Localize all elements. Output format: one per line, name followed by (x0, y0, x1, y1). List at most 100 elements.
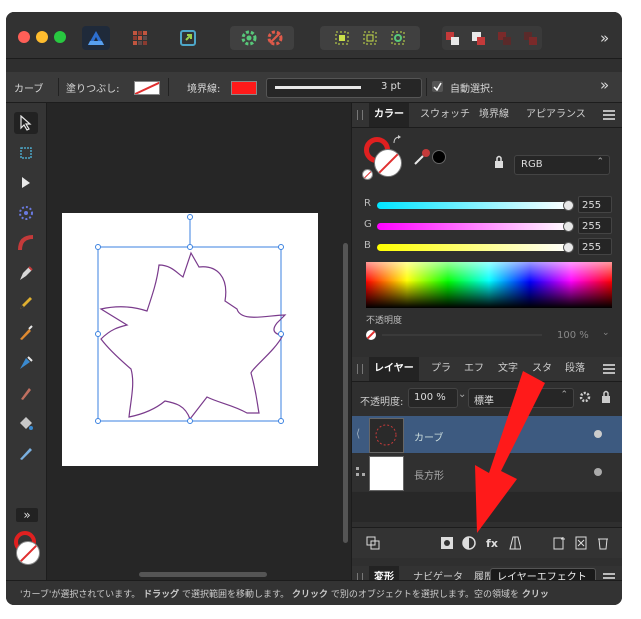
resize-handle-s[interactable] (187, 418, 193, 424)
swap-colors-icon[interactable] (392, 135, 404, 147)
horizontal-scrollbar[interactable] (139, 572, 267, 577)
color-well-small[interactable] (12, 531, 40, 567)
divider (426, 78, 427, 96)
green-slider-knob[interactable] (563, 221, 574, 232)
designer-persona-icon (88, 31, 104, 45)
color-picker-icon[interactable] (412, 147, 432, 167)
opacity-slider[interactable] (382, 334, 542, 336)
stroke-width-field[interactable]: 3 pt (266, 78, 422, 98)
layer-opacity-field[interactable]: 100 % (408, 388, 458, 408)
layer-expand-icon[interactable]: ⟨ (356, 427, 360, 440)
flower-curve[interactable] (99, 251, 287, 421)
stroke-swatch[interactable] (231, 81, 257, 95)
opacity-value[interactable]: 100 % (557, 330, 589, 341)
layer-visibility-dot[interactable] (594, 430, 602, 438)
green-slider[interactable] (377, 223, 569, 230)
pixel-persona-button[interactable] (126, 26, 154, 50)
fill-color-well[interactable] (374, 149, 402, 177)
fill-swatch[interactable] (134, 81, 160, 95)
titlebar-more-button[interactable]: » (600, 29, 609, 47)
color-panel-menu-icon[interactable] (603, 110, 615, 120)
resize-handle-n[interactable] (187, 244, 193, 250)
move-back-one-icon[interactable] (469, 29, 489, 47)
resize-handle-se[interactable] (278, 418, 284, 424)
move-tool[interactable] (14, 112, 38, 134)
insert-behind-icon[interactable] (331, 29, 353, 47)
resize-handle-ne[interactable] (278, 244, 284, 250)
gradient-tool[interactable] (14, 442, 38, 464)
flower-thumbnail-icon (375, 424, 397, 446)
pen-tool[interactable] (14, 262, 38, 284)
tab-layers[interactable]: レイヤー (369, 357, 419, 381)
status-part: クリック (292, 590, 329, 600)
layer-lock-icon[interactable] (600, 390, 612, 404)
zoom-window-button[interactable] (54, 31, 66, 43)
resize-handle-e[interactable] (278, 331, 284, 337)
move-to-front-icon[interactable] (521, 29, 541, 47)
fill-well[interactable] (16, 541, 40, 565)
tab-brushes[interactable]: プラ (426, 357, 456, 381)
status-part: で選択範囲を移動します。 (182, 590, 290, 600)
node-tool[interactable] (14, 172, 38, 194)
red-value[interactable]: 255 (578, 196, 612, 213)
none-swatch[interactable] (362, 169, 373, 180)
tab-swatches[interactable]: スウォッチ (415, 103, 475, 127)
context-more-button[interactable]: » (600, 76, 609, 94)
resize-handle-w[interactable] (95, 331, 101, 337)
add-layer-icon[interactable] (552, 536, 566, 550)
insert-inside-icon[interactable] (387, 29, 409, 47)
delete-layer-icon[interactable] (596, 536, 610, 550)
opacity-chevron-icon[interactable]: ⌄ (602, 328, 610, 338)
snapping-gear-icon[interactable] (239, 28, 259, 48)
panel-grip[interactable] (357, 364, 363, 374)
layer-visibility-dot[interactable] (594, 468, 602, 476)
canvas-area[interactable] (47, 103, 351, 580)
panel-grip[interactable] (357, 110, 363, 120)
picked-color-swatch[interactable] (432, 150, 446, 164)
tab-color[interactable]: カラー (369, 103, 409, 127)
tab-stroke[interactable]: 境界線 (474, 103, 514, 127)
blue-slider[interactable] (377, 244, 569, 251)
group-layer-icon[interactable] (574, 536, 588, 550)
red-slider[interactable] (377, 202, 569, 209)
toolbar-more-button[interactable]: » (16, 508, 38, 522)
lock-icon[interactable] (493, 155, 505, 169)
blue-value[interactable]: 255 (578, 238, 612, 255)
arrange-layers-icon[interactable] (366, 536, 380, 550)
red-slider-knob[interactable] (563, 200, 574, 211)
close-window-button[interactable] (18, 31, 30, 43)
resize-handle-sw[interactable] (95, 418, 101, 424)
blue-slider-knob[interactable] (563, 242, 574, 253)
corner-tool[interactable] (14, 232, 38, 254)
layers-panel-menu-icon[interactable] (603, 364, 615, 374)
color-model-select[interactable]: RGB ⌃ (514, 155, 610, 175)
adjustment-icon[interactable] (462, 536, 476, 550)
export-persona-button[interactable] (174, 26, 202, 50)
pencil-tool[interactable] (14, 292, 38, 314)
vector-brush-tool[interactable] (14, 322, 38, 344)
auto-select-checkbox[interactable] (432, 81, 443, 92)
fill-bucket-tool[interactable] (14, 412, 38, 434)
pencil-tool-icon (20, 297, 32, 309)
snapping-options-icon[interactable] (265, 28, 285, 48)
live-filter-icon[interactable] (507, 536, 521, 550)
tab-appearance[interactable]: アピアランス (521, 103, 591, 127)
stroke-width-slider[interactable] (275, 86, 361, 89)
layer-effects-icon[interactable]: fx (485, 536, 499, 550)
fill-tool[interactable] (14, 352, 38, 374)
resize-handle-nw[interactable] (95, 244, 101, 250)
minimize-window-button[interactable] (36, 31, 48, 43)
designer-persona-button[interactable] (82, 26, 110, 50)
move-forward-one-icon[interactable] (495, 29, 515, 47)
transparency-tool[interactable] (14, 382, 38, 404)
mask-layer-icon[interactable] (440, 536, 454, 550)
move-to-back-icon[interactable] (443, 29, 463, 47)
vertical-scrollbar[interactable] (343, 243, 348, 543)
insert-front-icon[interactable] (359, 29, 381, 47)
status-part: 'カーブ'が選択されています。 (20, 590, 141, 600)
rotation-handle[interactable] (187, 214, 193, 220)
point-transform-tool[interactable] (14, 202, 38, 224)
artboard-tool[interactable] (14, 142, 38, 164)
green-value[interactable]: 255 (578, 217, 612, 234)
color-spectrum[interactable] (366, 262, 612, 308)
